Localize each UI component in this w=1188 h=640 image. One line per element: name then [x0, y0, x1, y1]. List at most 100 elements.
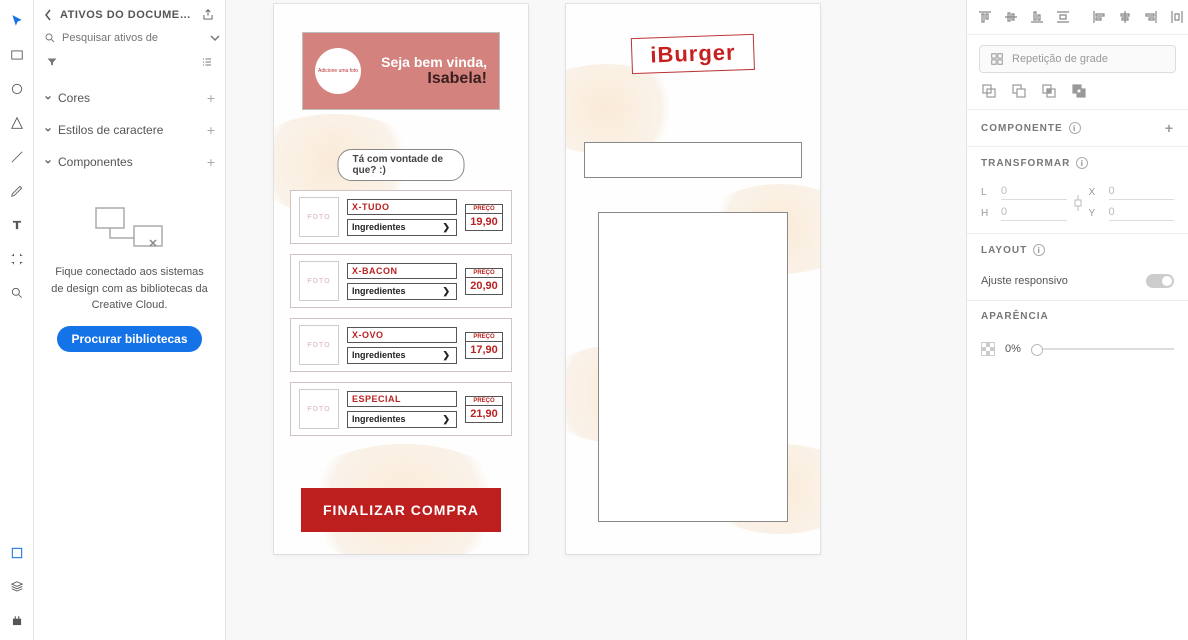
align-toolbar	[967, 0, 1188, 35]
align-hcenter-icon[interactable]	[1117, 9, 1133, 25]
ingredients-label: Ingredientes	[352, 222, 406, 232]
menu-item-name: X-TUDO	[347, 199, 457, 215]
y-field[interactable]: 0	[1109, 206, 1175, 221]
distribute-v-icon[interactable]	[1055, 9, 1071, 25]
components-section[interactable]: Componentes +	[44, 146, 215, 178]
add-photo-circle[interactable]: Adicione uma foto	[315, 48, 361, 94]
ingredients-button[interactable]: Ingredientes ❯	[347, 347, 457, 364]
assets-panel-icon[interactable]	[8, 544, 26, 562]
menu-price-col: PREÇO 20,90	[465, 268, 503, 295]
info-icon[interactable]: i	[1069, 122, 1081, 134]
charstyles-section[interactable]: Estilos de caractere +	[44, 114, 215, 146]
price-label: PREÇO	[465, 204, 503, 213]
price-value: 21,90	[465, 405, 503, 423]
boolean-exclude-icon[interactable]	[1071, 83, 1087, 99]
menu-item-0[interactable]: FOTO X-TUDO Ingredientes ❯ PREÇO 19,90	[290, 190, 512, 244]
pen-tool-icon[interactable]	[8, 182, 26, 200]
welcome-text: Seja bem vinda, Isabela!	[371, 54, 487, 88]
select-tool-icon[interactable]	[8, 12, 26, 30]
boolean-intersect-icon[interactable]	[1041, 83, 1057, 99]
add-component-instance-icon[interactable]: +	[1165, 120, 1174, 136]
list-view-icon[interactable]	[201, 56, 213, 68]
layers-panel-icon[interactable]	[8, 578, 26, 596]
distribute-h-icon[interactable]	[1169, 9, 1185, 25]
design-canvas[interactable]: iPhone X, XS, 11 Pro – 4 Adicione uma fo…	[226, 0, 966, 640]
align-vcenter-icon[interactable]	[1003, 9, 1019, 25]
price-value: 20,90	[465, 277, 503, 295]
welcome-banner: Adicione uma foto Seja bem vinda, Isabel…	[302, 32, 500, 110]
width-label: L	[981, 187, 995, 198]
transform-section-header: TRANSFORMAR i	[967, 146, 1188, 179]
x-label: X	[1089, 187, 1103, 198]
plugins-panel-icon[interactable]	[8, 612, 26, 630]
menu-item-1[interactable]: FOTO X-BACON Ingredientes ❯ PREÇO 20,90	[290, 254, 512, 308]
align-left-icon[interactable]	[1091, 9, 1107, 25]
artboard-tool-icon[interactable]	[8, 250, 26, 268]
asset-search-input[interactable]	[62, 32, 204, 44]
ellipse-tool-icon[interactable]	[8, 80, 26, 98]
rectangle-tool-icon[interactable]	[8, 46, 26, 64]
asset-filter-row	[44, 56, 215, 68]
menu-item-mid: X-BACON Ingredientes ❯	[347, 263, 457, 300]
boolean-union-icon[interactable]	[981, 83, 997, 99]
x-field[interactable]: 0	[1109, 185, 1175, 200]
info-icon[interactable]: i	[1076, 157, 1088, 169]
menu-item-name: X-OVO	[347, 327, 457, 343]
add-charstyle-icon[interactable]: +	[207, 122, 215, 138]
repeat-grid-button[interactable]: Repetição de grade	[979, 45, 1176, 73]
chevron-right-icon: ❯	[442, 286, 450, 297]
polygon-tool-icon[interactable]	[8, 114, 26, 132]
placeholder-rect-large	[598, 212, 788, 522]
want-pill: Tá com vontade de que? :)	[338, 149, 465, 181]
filter-icon[interactable]	[46, 56, 58, 68]
lock-aspect-icon[interactable]	[1073, 193, 1083, 213]
artboard-wrap-5: iPhone X, XS, 11 Pro – 5 iBurger	[566, 0, 820, 554]
y-label: Y	[1089, 208, 1103, 219]
align-right-icon[interactable]	[1143, 9, 1159, 25]
cc-libraries-text: Fique conectado aos sistemas de design c…	[50, 264, 209, 314]
ingredients-button[interactable]: Ingredientes ❯	[347, 283, 457, 300]
tools-sidebar	[0, 0, 34, 640]
text-tool-icon[interactable]	[8, 216, 26, 234]
assets-panel-header: ATIVOS DO DOCUMENT…	[44, 8, 215, 22]
finalize-purchase-button[interactable]: FINALIZAR COMPRA	[301, 488, 501, 532]
share-icon[interactable]	[201, 8, 215, 22]
menu-item-mid: X-TUDO Ingredientes ❯	[347, 199, 457, 236]
menu-photo-placeholder: FOTO	[299, 325, 339, 365]
welcome-line1: Seja bem vinda,	[371, 54, 487, 70]
browse-libraries-button[interactable]: Procurar bibliotecas	[57, 326, 201, 352]
price-label: PREÇO	[465, 268, 503, 277]
colors-section[interactable]: Cores +	[44, 82, 215, 114]
width-field[interactable]: 0	[1001, 185, 1067, 200]
add-color-icon[interactable]: +	[207, 90, 215, 106]
menu-item-name: X-BACON	[347, 263, 457, 279]
info-icon[interactable]: i	[1033, 244, 1045, 256]
opacity-slider[interactable]	[1031, 348, 1174, 350]
zoom-tool-icon[interactable]	[8, 284, 26, 302]
artboard-wrap-4: iPhone X, XS, 11 Pro – 4 Adicione uma fo…	[274, 0, 528, 554]
ingredients-button[interactable]: Ingredientes ❯	[347, 411, 457, 428]
artboard-4[interactable]: Adicione uma foto Seja bem vinda, Isabel…	[274, 4, 528, 554]
line-tool-icon[interactable]	[8, 148, 26, 166]
artboard-5[interactable]: iBurger	[566, 4, 820, 554]
add-component-icon[interactable]: +	[207, 154, 215, 170]
opacity-value[interactable]: 0%	[1005, 343, 1021, 355]
align-bottom-icon[interactable]	[1029, 9, 1045, 25]
chevron-down-icon[interactable]	[210, 34, 220, 42]
height-field[interactable]: 0	[1001, 206, 1067, 221]
transform-grid: L 0 X 0 H 0 Y 0	[967, 179, 1188, 233]
back-icon[interactable]	[44, 9, 54, 21]
responsive-resize-toggle[interactable]	[1146, 274, 1174, 288]
price-value: 19,90	[465, 213, 503, 231]
menu-item-3[interactable]: FOTO ESPECIAL Ingredientes ❯ PREÇO 21,90	[290, 382, 512, 436]
ingredients-button[interactable]: Ingredientes ❯	[347, 219, 457, 236]
align-top-icon[interactable]	[977, 9, 993, 25]
menu-photo-placeholder: FOTO	[299, 261, 339, 301]
menu-item-2[interactable]: FOTO X-OVO Ingredientes ❯ PREÇO 17,90	[290, 318, 512, 372]
menu-photo-placeholder: FOTO	[299, 389, 339, 429]
boolean-subtract-icon[interactable]	[1011, 83, 1027, 99]
price-value: 17,90	[465, 341, 503, 359]
appearance-section-header: APARÊNCIA	[967, 300, 1188, 332]
chevron-right-icon: ❯	[442, 414, 450, 425]
appearance-section-label: APARÊNCIA	[981, 311, 1049, 322]
